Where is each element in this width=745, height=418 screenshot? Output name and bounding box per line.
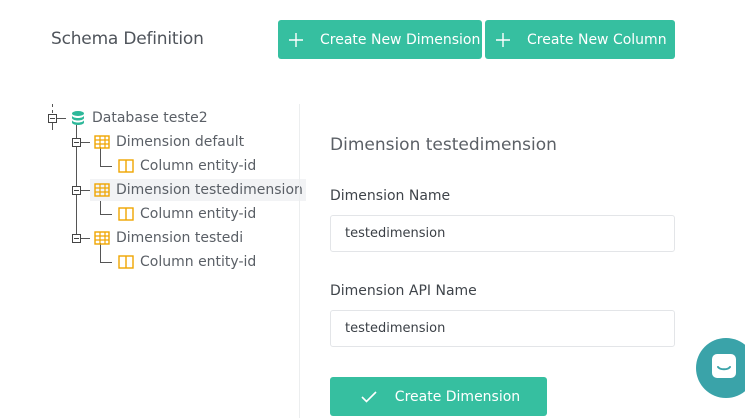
- form-title: Dimension testedimension: [330, 135, 557, 155]
- tree-connector: [100, 214, 112, 215]
- tree-node-dimension[interactable]: Dimension testedi: [94, 227, 246, 249]
- dimension-api-name-input[interactable]: testedimension: [330, 310, 675, 347]
- tree-connector: [52, 104, 54, 113]
- tree-connector: [100, 166, 112, 167]
- tree-node-label: Dimension testedi: [116, 230, 244, 246]
- chat-launcher-button[interactable]: [696, 338, 745, 398]
- dimension-name-label: Dimension Name: [330, 188, 451, 204]
- collapse-toggle[interactable]: [72, 186, 81, 195]
- table-icon: [94, 134, 110, 150]
- collapse-toggle[interactable]: [48, 114, 57, 123]
- tree-node-label: Column entity-id: [140, 158, 257, 174]
- create-dimension-button[interactable]: Create Dimension: [330, 377, 547, 416]
- tree-connector: [56, 118, 66, 119]
- column-icon: [118, 206, 134, 222]
- tree-connector: [80, 190, 90, 191]
- tree-connector: [80, 238, 90, 239]
- tree-node-label: Column entity-id: [140, 206, 257, 222]
- tree-node-dimension[interactable]: Dimension default: [94, 131, 247, 153]
- column-icon: [118, 254, 134, 270]
- tree-node-dimension[interactable]: Dimension testedimension: [90, 179, 306, 201]
- plus-icon: [284, 28, 308, 52]
- tree-connector: [80, 142, 90, 143]
- tree-connector: [100, 262, 112, 263]
- tree-node-column[interactable]: Column entity-id: [118, 251, 259, 273]
- tree-node-database[interactable]: Database teste2: [70, 107, 211, 129]
- table-icon: [94, 230, 110, 246]
- tree-node-label: Column entity-id: [140, 254, 257, 270]
- page-title: Schema Definition: [51, 29, 204, 49]
- create-new-column-label: Create New Column: [527, 31, 667, 48]
- database-icon: [70, 110, 86, 126]
- tree-node-label: Dimension default: [116, 134, 245, 150]
- tree-node-label: Dimension testedimension: [116, 182, 303, 198]
- create-dimension-label: Create Dimension: [394, 388, 521, 405]
- collapse-toggle[interactable]: [72, 234, 81, 243]
- create-new-column-button[interactable]: Create New Column: [485, 20, 675, 59]
- create-new-dimension-label: Create New Dimension: [320, 31, 481, 48]
- collapse-toggle[interactable]: [72, 138, 81, 147]
- dimension-name-input[interactable]: testedimension: [330, 215, 675, 252]
- chat-icon: [710, 352, 738, 384]
- check-icon: [357, 385, 381, 409]
- dimension-api-name-label: Dimension API Name: [330, 283, 477, 299]
- column-icon: [118, 158, 134, 174]
- table-icon: [94, 182, 110, 198]
- plus-icon: [491, 28, 515, 52]
- panel-divider: [299, 104, 300, 418]
- tree-node-column[interactable]: Column entity-id: [118, 155, 259, 177]
- tree-connector: [52, 123, 53, 130]
- tree-node-label: Database teste2: [92, 110, 208, 126]
- create-new-dimension-button[interactable]: Create New Dimension: [278, 20, 482, 59]
- tree-node-column[interactable]: Column entity-id: [118, 203, 259, 225]
